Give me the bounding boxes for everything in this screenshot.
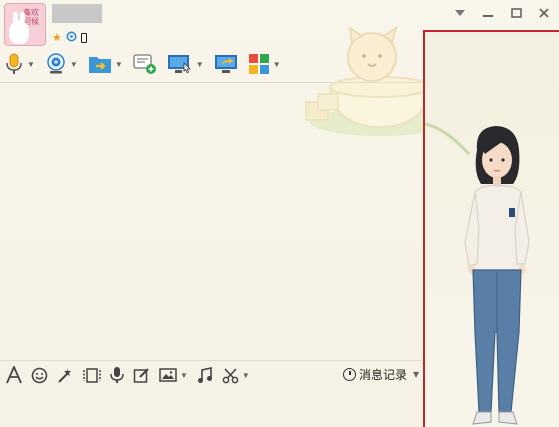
- nudge-button[interactable]: [57, 367, 74, 384]
- edit-pen-icon: [133, 367, 149, 383]
- phone-icon[interactable]: [80, 33, 87, 43]
- voice-message-button[interactable]: [110, 366, 124, 384]
- film-icon: [83, 367, 101, 383]
- chevron-down-icon[interactable]: ▼: [70, 60, 78, 69]
- chat-add-icon: [133, 54, 156, 74]
- chevron-down-icon[interactable]: ▼: [180, 371, 188, 380]
- voice-call-button[interactable]: ▼: [4, 53, 35, 75]
- chevron-down-icon[interactable]: ▼: [115, 60, 123, 69]
- chat-toolbar: ▼ ▼ ▼ ▼ ▼: [4, 52, 291, 76]
- screenshot-button[interactable]: ▼: [222, 367, 250, 384]
- remote-desktop-button[interactable]: ▼: [167, 53, 204, 75]
- font-icon: [6, 366, 22, 384]
- microphone-icon: [110, 367, 124, 383]
- message-history-button[interactable]: 消息记录 ▼: [343, 366, 419, 383]
- screen-share-icon: [214, 55, 237, 73]
- gif-button[interactable]: [83, 367, 101, 384]
- dropdown-arrow-icon[interactable]: [453, 6, 467, 20]
- minimize-icon[interactable]: [481, 6, 495, 20]
- toolbar-divider: [0, 82, 423, 83]
- create-discussion-button[interactable]: [133, 53, 157, 75]
- bunny-icon: [9, 20, 29, 44]
- message-history-label: 消息记录: [359, 368, 408, 382]
- picture-icon: [159, 368, 177, 382]
- close-icon[interactable]: [537, 6, 551, 20]
- edit-button[interactable]: [133, 367, 150, 384]
- chevron-down-icon[interactable]: ▼: [196, 60, 204, 69]
- microphone-icon: [6, 53, 22, 74]
- music-button[interactable]: [197, 366, 213, 384]
- font-button[interactable]: [6, 366, 22, 384]
- emoji-button[interactable]: [31, 367, 48, 384]
- qq-icon[interactable]: [66, 31, 77, 45]
- video-call-button[interactable]: ▼: [45, 53, 78, 75]
- avatar-figure-icon: [425, 122, 530, 425]
- webcam-icon: [47, 53, 65, 74]
- input-toolbar: ▼ ▼: [6, 364, 259, 386]
- show-panel: [423, 30, 559, 427]
- magic-wand-icon: [58, 367, 71, 383]
- input-divider: [0, 360, 423, 361]
- folder-icon: [88, 57, 111, 73]
- image-button[interactable]: ▼: [159, 367, 188, 383]
- chevron-down-icon[interactable]: ▼: [273, 60, 281, 69]
- chevron-down-icon[interactable]: ▼: [413, 370, 419, 379]
- app-grid-button[interactable]: ▼: [248, 53, 281, 75]
- scissors-icon: [222, 367, 239, 383]
- monitor-icon: [167, 55, 191, 73]
- star-icon[interactable]: ★: [52, 32, 62, 44]
- share-screen-button[interactable]: [214, 53, 238, 75]
- music-note-icon: [197, 366, 212, 383]
- clock-icon: [343, 368, 356, 381]
- smiley-icon: [31, 367, 48, 383]
- apps-grid-icon: [248, 54, 269, 74]
- chevron-down-icon[interactable]: ▼: [242, 371, 250, 380]
- send-file-button[interactable]: ▼: [88, 54, 123, 74]
- avatar[interactable]: 毒欢 问候: [4, 3, 46, 46]
- maximize-icon[interactable]: [509, 6, 523, 20]
- chat-window: 毒欢 问候 ★ ▼ ▼ ▼ ▼ ▼ ▼ ▼ 消息记录 ▼: [0, 0, 559, 427]
- status-row: ★: [52, 31, 87, 45]
- nickname-redacted: [52, 4, 102, 23]
- window-controls: [453, 6, 551, 20]
- chevron-down-icon[interactable]: ▼: [27, 60, 35, 69]
